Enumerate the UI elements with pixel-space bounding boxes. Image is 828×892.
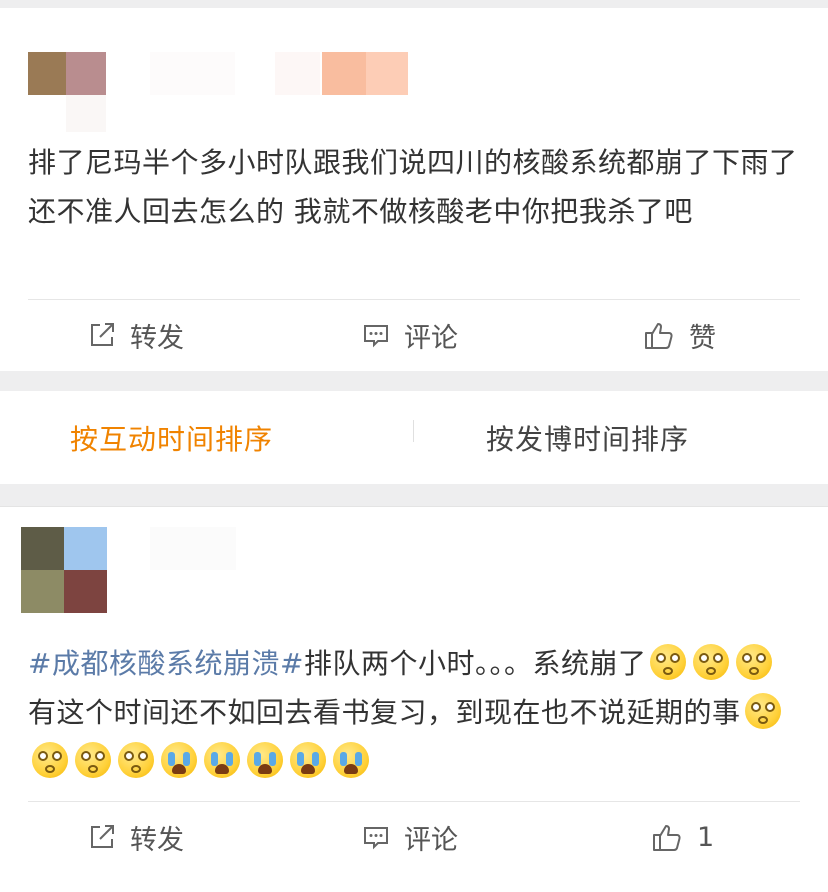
like-label: 赞 bbox=[689, 322, 716, 354]
comment-label: 评论 bbox=[404, 322, 458, 354]
crying-face-emoji-icon bbox=[333, 742, 369, 778]
post-text-part-1: 排队两个小时。。。系统崩了 bbox=[303, 647, 647, 680]
forward-label: 转发 bbox=[130, 824, 184, 856]
comment-button[interactable]: 评论 bbox=[362, 300, 458, 370]
sort-separator bbox=[413, 420, 414, 442]
crying-face-emoji-icon bbox=[161, 742, 197, 778]
dizzy-face-emoji-icon bbox=[32, 742, 68, 778]
comment-icon bbox=[364, 325, 388, 348]
post-card-1: 排了尼玛半个多小时队跟我们说四川的核酸系统都崩了下雨了还不准人回去怎么的 我就不… bbox=[0, 8, 828, 371]
post-card-2: #成都核酸系统崩溃#排队两个小时。。。系统崩了有这个时间还不如回去看书复习，到现… bbox=[0, 506, 828, 892]
comment-button[interactable]: 评论 bbox=[362, 802, 458, 872]
post-text: #成都核酸系统崩溃#排队两个小时。。。系统崩了有这个时间还不如回去看书复习，到现… bbox=[28, 639, 798, 786]
crying-face-emoji-icon bbox=[290, 742, 326, 778]
crying-face-emoji-icon bbox=[204, 742, 240, 778]
forward-label: 转发 bbox=[130, 322, 184, 354]
dizzy-face-emoji-icon bbox=[650, 644, 687, 680]
comment-icon bbox=[364, 827, 388, 850]
like-count: 1 bbox=[697, 821, 715, 853]
dizzy-face-emoji-icon bbox=[693, 644, 730, 680]
dizzy-face-emoji-icon bbox=[744, 693, 781, 729]
dizzy-face-emoji-icon bbox=[118, 742, 154, 778]
action-bar: 转发 评论 赞 bbox=[0, 300, 828, 370]
share-icon bbox=[91, 323, 114, 346]
post-text: 排了尼玛半个多小时队跟我们说四川的核酸系统都崩了下雨了还不准人回去怎么的 我就不… bbox=[28, 146, 798, 228]
sort-by-interaction-tab[interactable]: 按互动时间排序 bbox=[70, 391, 273, 484]
like-button[interactable]: 1 bbox=[651, 802, 714, 872]
forward-button[interactable]: 转发 bbox=[88, 300, 184, 370]
post-text-part-2: 有这个时间还不如回去看书复习，到现在也不说延期的事 bbox=[28, 696, 741, 729]
share-icon bbox=[91, 825, 114, 848]
like-button[interactable]: 赞 bbox=[643, 300, 716, 370]
comment-label: 评论 bbox=[404, 824, 458, 856]
topic-hashtag-link[interactable]: #成都核酸系统崩溃# bbox=[28, 647, 304, 680]
dizzy-face-emoji-icon bbox=[736, 644, 773, 680]
dizzy-face-emoji-icon bbox=[75, 742, 111, 778]
forward-button[interactable]: 转发 bbox=[88, 802, 184, 872]
thumbs-up-icon bbox=[653, 825, 681, 851]
crying-face-emoji-icon bbox=[247, 742, 283, 778]
sort-bar: 按互动时间排序 按发博时间排序 bbox=[0, 391, 828, 484]
thumbs-up-icon bbox=[645, 323, 673, 349]
action-bar: 转发 评论 1 bbox=[0, 802, 828, 872]
sort-by-post-time-tab[interactable]: 按发博时间排序 bbox=[486, 391, 689, 484]
